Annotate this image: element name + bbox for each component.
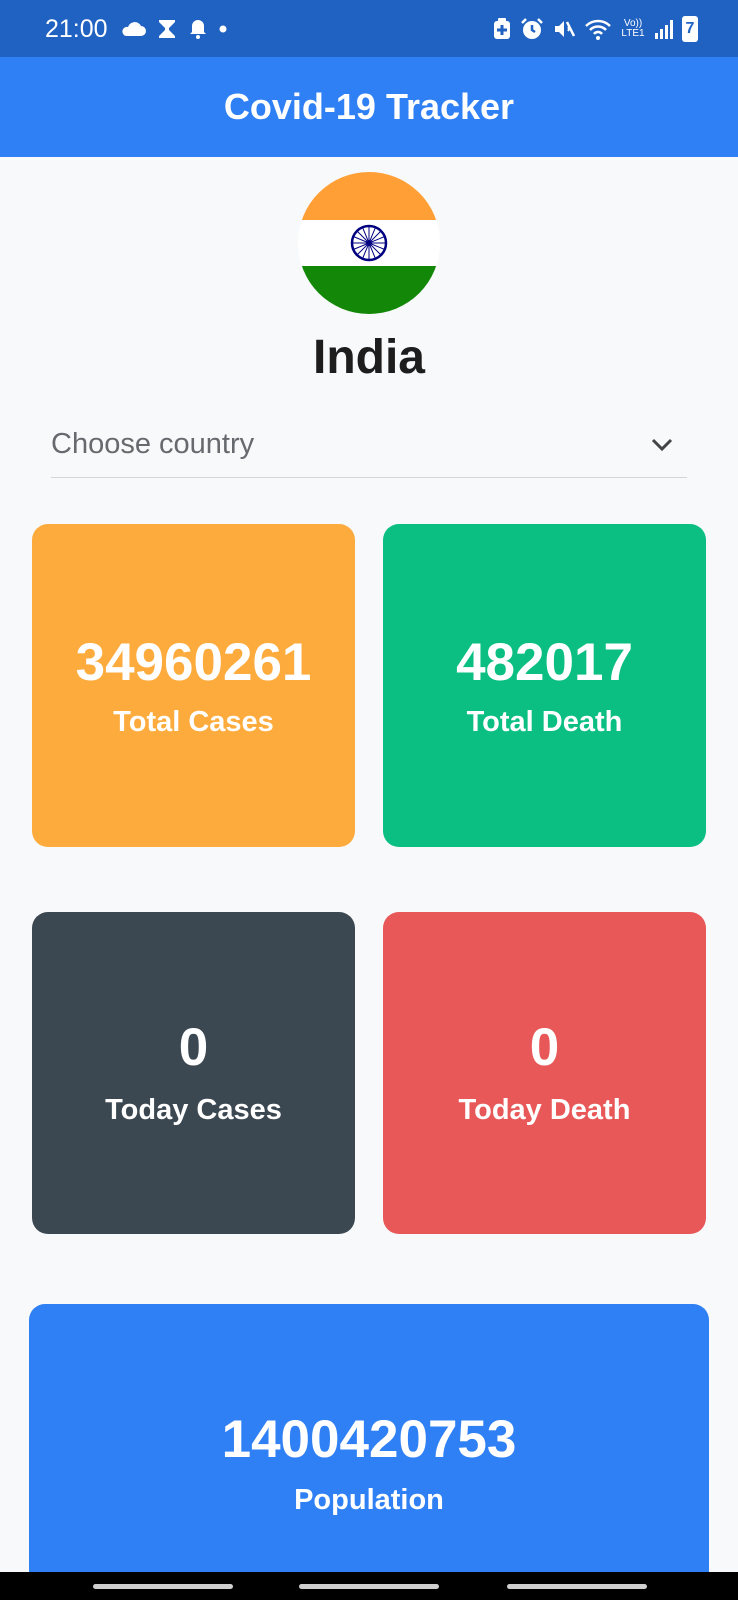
battery-saver-icon xyxy=(494,18,510,39)
today-cases-label: Today Cases xyxy=(105,1094,282,1126)
mute-icon xyxy=(555,21,576,37)
cloud-icon xyxy=(122,22,146,36)
app-screen: 21:00 Vo)) LTE1 7 Covid-19 Tracker India… xyxy=(0,0,738,1600)
network-type-label: Vo)) LTE1 xyxy=(621,18,645,39)
app-bar: Covid-19 Tracker xyxy=(0,57,738,157)
population-label: Population xyxy=(294,1484,444,1516)
dropdown-placeholder: Choose country xyxy=(51,428,255,460)
total-death-value: 482017 xyxy=(456,633,633,692)
today-death-value: 0 xyxy=(529,1018,560,1077)
flag-image xyxy=(298,172,440,314)
today-cases-value: 0 xyxy=(178,1018,209,1077)
total-cases-value: 34960261 xyxy=(75,633,312,692)
battery-level: 7 xyxy=(685,20,695,37)
recent-apps-button[interactable] xyxy=(93,1584,233,1589)
total-death-card: 482017 Total Death xyxy=(383,524,706,847)
country-dropdown[interactable]: Choose country xyxy=(51,420,687,478)
status-right-icons: Vo)) LTE1 7 xyxy=(492,14,698,44)
total-cases-label: Total Cases xyxy=(113,706,274,738)
chevron-down-icon xyxy=(651,438,673,452)
system-nav-bar xyxy=(0,1572,738,1600)
app-title: Covid-19 Tracker xyxy=(223,86,515,127)
home-button[interactable] xyxy=(299,1584,439,1589)
status-bar: 21:00 Vo)) LTE1 7 xyxy=(0,0,738,57)
population-value: 1400420753 xyxy=(221,1410,517,1469)
today-death-card: 0 Today Death xyxy=(383,912,706,1234)
total-cases-card: 34960261 Total Cases xyxy=(32,524,355,847)
country-name: India xyxy=(312,331,425,384)
population-card: 1400420753 Population xyxy=(29,1304,709,1600)
wifi-icon xyxy=(585,19,611,40)
back-button[interactable] xyxy=(507,1584,647,1589)
india-flag xyxy=(298,172,440,314)
notification-bell-icon xyxy=(190,20,206,39)
status-left-icons xyxy=(120,14,228,44)
status-time: 21:00 xyxy=(45,15,108,43)
signal-icon xyxy=(655,20,673,39)
today-death-label: Today Death xyxy=(458,1094,631,1126)
alarm-icon xyxy=(521,18,543,39)
hourglass-icon xyxy=(159,20,175,38)
total-death-label: Total Death xyxy=(466,706,623,738)
battery-icon: 7 xyxy=(682,16,698,42)
today-cases-card: 0 Today Cases xyxy=(32,912,355,1234)
dot-icon xyxy=(219,25,227,33)
